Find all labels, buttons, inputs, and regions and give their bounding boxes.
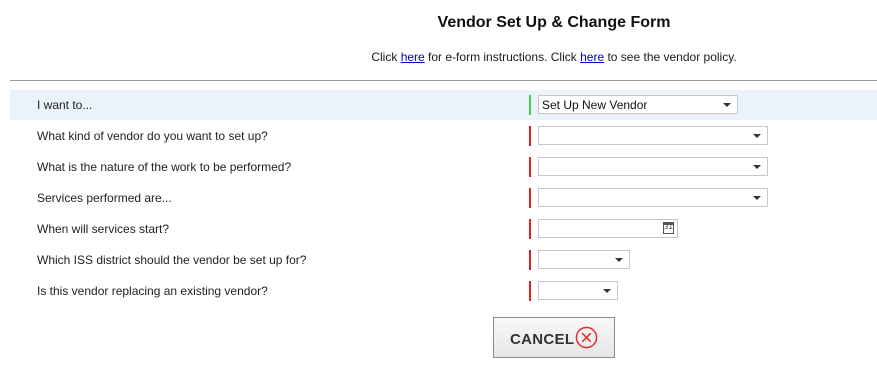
chevron-down-icon <box>603 289 611 293</box>
vendor-policy-link[interactable]: here <box>580 50 604 64</box>
field-label-work-nature: What is the nature of the work to be per… <box>37 160 292 174</box>
work-nature-select[interactable] <box>538 157 768 176</box>
form-row-start-date: When will services start? 31 <box>10 214 877 244</box>
form-row-vendor-kind: What kind of vendor do you want to set u… <box>10 121 877 151</box>
instructions-text: Click here for e-form instructions. Clic… <box>0 50 877 64</box>
field-label-action: I want to... <box>37 98 93 112</box>
action-select[interactable]: Set Up New Vendor <box>538 95 738 114</box>
district-select[interactable] <box>538 250 630 269</box>
instructions-link[interactable]: here <box>401 50 425 64</box>
header-divider <box>10 80 877 81</box>
start-date-input[interactable]: 31 <box>538 219 678 238</box>
chevron-down-icon <box>753 134 761 138</box>
form-row-action: I want to... Set Up New Vendor <box>10 90 877 120</box>
required-marker <box>529 281 531 301</box>
instructions-part-2: for e-form instructions. Click <box>424 50 581 64</box>
services-select[interactable] <box>538 188 768 207</box>
form-row-services: Services performed are... <box>10 183 877 213</box>
field-label-start-date: When will services start? <box>37 222 170 236</box>
chevron-down-icon <box>753 165 761 169</box>
field-label-replacing: Is this vendor replacing an existing ven… <box>37 284 268 298</box>
calendar-icon[interactable]: 31 <box>663 222 674 234</box>
page-title: Vendor Set Up & Change Form <box>437 14 671 31</box>
instructions-part-1: Click <box>371 50 401 64</box>
required-marker <box>529 188 531 208</box>
required-marker <box>529 219 531 239</box>
chevron-down-icon <box>753 196 761 200</box>
chevron-down-icon <box>615 258 623 262</box>
chevron-down-icon <box>723 103 731 107</box>
vendor-kind-select[interactable] <box>538 126 768 145</box>
action-select-value: Set Up New Vendor <box>542 98 648 112</box>
replacing-select[interactable] <box>538 281 618 300</box>
instructions-part-3: to see the vendor policy. <box>604 50 737 64</box>
form-row-district: Which ISS district should the vendor be … <box>10 245 877 275</box>
cancel-button-label: CANCEL <box>510 331 575 348</box>
valid-marker <box>529 95 531 115</box>
close-circle-icon <box>575 326 598 349</box>
required-marker <box>529 157 531 177</box>
field-label-district: Which ISS district should the vendor be … <box>37 253 307 267</box>
required-marker <box>529 126 531 146</box>
cancel-button[interactable]: CANCEL <box>493 317 615 358</box>
field-label-services: Services performed are... <box>37 191 172 205</box>
field-label-vendor-kind: What kind of vendor do you want to set u… <box>37 129 268 143</box>
required-marker <box>529 250 531 270</box>
form-row-work-nature: What is the nature of the work to be per… <box>10 152 877 182</box>
form-row-replacing: Is this vendor replacing an existing ven… <box>10 276 877 306</box>
